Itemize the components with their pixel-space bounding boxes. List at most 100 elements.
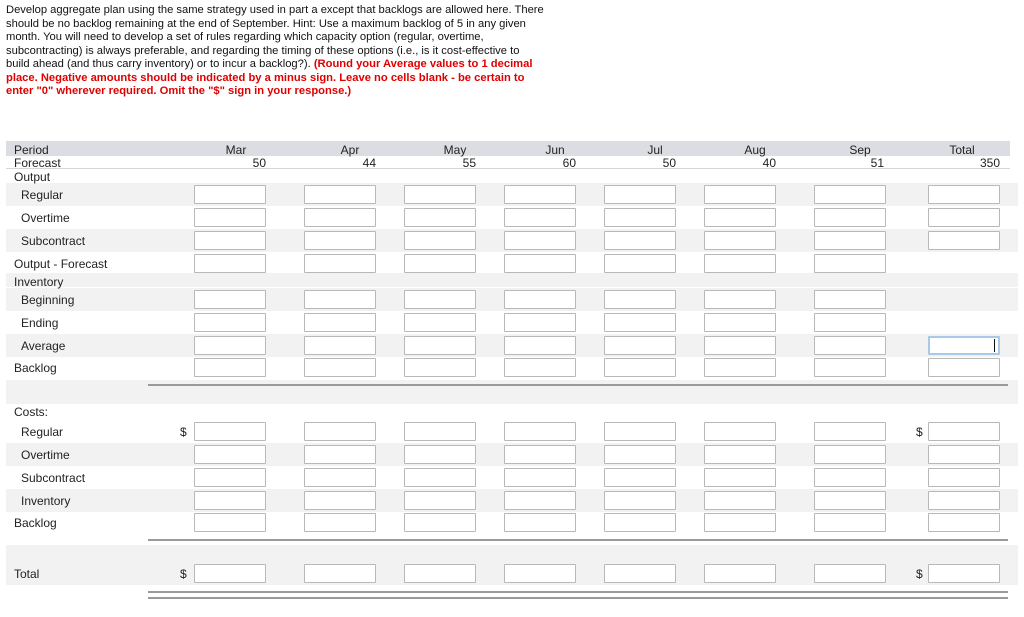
average-may-input[interactable] xyxy=(404,336,476,355)
grand-total-aug-input[interactable] xyxy=(704,564,776,583)
cost-regular-aug-input[interactable] xyxy=(704,422,776,441)
subcontract-total-input[interactable] xyxy=(928,231,1000,250)
beginning-apr-input[interactable] xyxy=(304,290,376,309)
cost-overtime-mar-input[interactable] xyxy=(194,445,266,464)
cost-inventory-may-input[interactable] xyxy=(404,491,476,510)
cost-subcontract-aug-input[interactable] xyxy=(704,468,776,487)
ending-mar-input[interactable] xyxy=(194,313,266,332)
subcontract-jul-input[interactable] xyxy=(604,231,676,250)
output-forecast-may-input[interactable] xyxy=(404,254,476,273)
overtime-apr-input[interactable] xyxy=(304,208,376,227)
output-forecast-aug-input[interactable] xyxy=(704,254,776,273)
output-forecast-apr-input[interactable] xyxy=(304,254,376,273)
overtime-aug-input[interactable] xyxy=(704,208,776,227)
subcontract-mar-input[interactable] xyxy=(194,231,266,250)
backlog-aug-input[interactable] xyxy=(704,358,776,377)
cost-backlog-aug-input[interactable] xyxy=(704,513,776,532)
cost-subcontract-total-input[interactable] xyxy=(928,468,1000,487)
beginning-mar-input[interactable] xyxy=(194,290,266,309)
subcontract-sep-input[interactable] xyxy=(814,231,886,250)
cost-subcontract-jun-input[interactable] xyxy=(504,468,576,487)
grand-total-mar-input[interactable] xyxy=(194,564,266,583)
average-jun-input[interactable] xyxy=(504,336,576,355)
beginning-aug-input[interactable] xyxy=(704,290,776,309)
average-apr-input[interactable] xyxy=(304,336,376,355)
cost-overtime-may-input[interactable] xyxy=(404,445,476,464)
cost-regular-sep-input[interactable] xyxy=(814,422,886,441)
cost-regular-may-input[interactable] xyxy=(404,422,476,441)
subcontract-may-input[interactable] xyxy=(404,231,476,250)
cost-inventory-jun-input[interactable] xyxy=(504,491,576,510)
grand-total-jul-input[interactable] xyxy=(604,564,676,583)
average-mar-input[interactable] xyxy=(194,336,266,355)
regular-mar-input[interactable] xyxy=(194,185,266,204)
grand-total-may-input[interactable] xyxy=(404,564,476,583)
cost-overtime-jun-input[interactable] xyxy=(504,445,576,464)
regular-apr-input[interactable] xyxy=(304,185,376,204)
regular-jul-input[interactable] xyxy=(604,185,676,204)
grand-total-jun-input[interactable] xyxy=(504,564,576,583)
cost-subcontract-jul-input[interactable] xyxy=(604,468,676,487)
overtime-jun-input[interactable] xyxy=(504,208,576,227)
regular-aug-input[interactable] xyxy=(704,185,776,204)
cost-overtime-total-input[interactable] xyxy=(928,445,1000,464)
cost-regular-apr-input[interactable] xyxy=(304,422,376,441)
cost-backlog-mar-input[interactable] xyxy=(194,513,266,532)
output-forecast-jul-input[interactable] xyxy=(604,254,676,273)
cost-subcontract-apr-input[interactable] xyxy=(304,468,376,487)
regular-total-input[interactable] xyxy=(928,185,1000,204)
overtime-jul-input[interactable] xyxy=(604,208,676,227)
output-forecast-jun-input[interactable] xyxy=(504,254,576,273)
cost-inventory-apr-input[interactable] xyxy=(304,491,376,510)
overtime-sep-input[interactable] xyxy=(814,208,886,227)
cost-backlog-jul-input[interactable] xyxy=(604,513,676,532)
backlog-apr-input[interactable] xyxy=(304,358,376,377)
regular-sep-input[interactable] xyxy=(814,185,886,204)
ending-aug-input[interactable] xyxy=(704,313,776,332)
cost-backlog-jun-input[interactable] xyxy=(504,513,576,532)
ending-sep-input[interactable] xyxy=(814,313,886,332)
cost-backlog-apr-input[interactable] xyxy=(304,513,376,532)
cost-overtime-sep-input[interactable] xyxy=(814,445,886,464)
beginning-jul-input[interactable] xyxy=(604,290,676,309)
average-jul-input[interactable] xyxy=(604,336,676,355)
backlog-jun-input[interactable] xyxy=(504,358,576,377)
subcontract-apr-input[interactable] xyxy=(304,231,376,250)
cost-inventory-aug-input[interactable] xyxy=(704,491,776,510)
cost-backlog-may-input[interactable] xyxy=(404,513,476,532)
cost-backlog-total-input[interactable] xyxy=(928,513,1000,532)
beginning-sep-input[interactable] xyxy=(814,290,886,309)
cost-subcontract-may-input[interactable] xyxy=(404,468,476,487)
overtime-may-input[interactable] xyxy=(404,208,476,227)
backlog-mar-input[interactable] xyxy=(194,358,266,377)
cost-inventory-sep-input[interactable] xyxy=(814,491,886,510)
cost-regular-jul-input[interactable] xyxy=(604,422,676,441)
overtime-total-input[interactable] xyxy=(928,208,1000,227)
average-aug-input[interactable] xyxy=(704,336,776,355)
grand-total-apr-input[interactable] xyxy=(304,564,376,583)
cost-inventory-mar-input[interactable] xyxy=(194,491,266,510)
ending-jun-input[interactable] xyxy=(504,313,576,332)
cost-regular-mar-input[interactable] xyxy=(194,422,266,441)
backlog-may-input[interactable] xyxy=(404,358,476,377)
output-forecast-sep-input[interactable] xyxy=(814,254,886,273)
beginning-may-input[interactable] xyxy=(404,290,476,309)
average-sep-input[interactable] xyxy=(814,336,886,355)
output-forecast-mar-input[interactable] xyxy=(194,254,266,273)
cost-subcontract-sep-input[interactable] xyxy=(814,468,886,487)
cost-regular-total-input[interactable] xyxy=(928,422,1000,441)
cost-inventory-jul-input[interactable] xyxy=(604,491,676,510)
cost-overtime-jul-input[interactable] xyxy=(604,445,676,464)
cost-inventory-total-input[interactable] xyxy=(928,491,1000,510)
beginning-jun-input[interactable] xyxy=(504,290,576,309)
grand-total-sep-input[interactable] xyxy=(814,564,886,583)
average-total-input[interactable] xyxy=(928,336,1000,355)
ending-apr-input[interactable] xyxy=(304,313,376,332)
grand-total-total-input[interactable] xyxy=(928,564,1000,583)
subcontract-jun-input[interactable] xyxy=(504,231,576,250)
ending-jul-input[interactable] xyxy=(604,313,676,332)
overtime-mar-input[interactable] xyxy=(194,208,266,227)
regular-jun-input[interactable] xyxy=(504,185,576,204)
ending-may-input[interactable] xyxy=(404,313,476,332)
backlog-total-input[interactable] xyxy=(928,358,1000,377)
